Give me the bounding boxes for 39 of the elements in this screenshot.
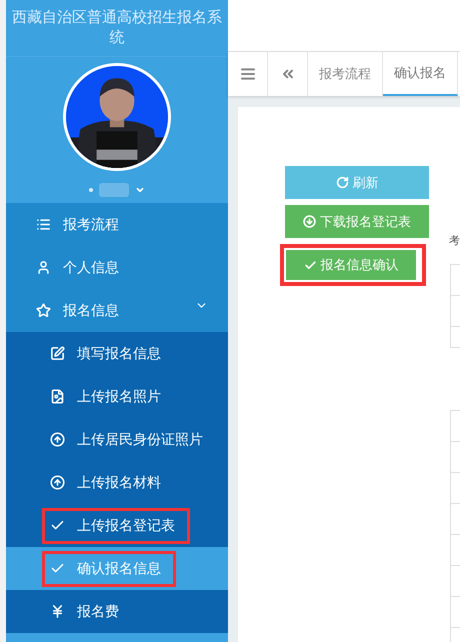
menu-row[interactable]: 报名费	[6, 590, 228, 633]
action-button[interactable]: 下载报名登记表	[285, 205, 429, 238]
caret-icon[interactable]	[135, 185, 145, 195]
menu-label: 填写报名信息	[77, 344, 161, 363]
form-label: 考	[449, 234, 460, 249]
edit-icon	[50, 346, 65, 361]
tab[interactable]: 确认报名	[383, 52, 458, 96]
action-button[interactable]: 报名信息确认	[286, 250, 416, 280]
upload-icon	[50, 432, 65, 447]
menu-label: 报名信息	[63, 301, 119, 320]
menu-row[interactable]: 报名信息	[6, 289, 228, 332]
menu-label: 上传报名登记表	[77, 516, 175, 535]
menu-row[interactable]: 个人信息	[6, 246, 228, 289]
menu-label: 确认报名信息	[77, 559, 161, 578]
tab[interactable]: 报考流程	[308, 52, 383, 96]
menu-label: 报名费	[77, 602, 119, 621]
menu-icon	[240, 66, 256, 82]
image-icon	[50, 389, 65, 404]
menu-row[interactable]: 上传报名登记表	[6, 504, 228, 547]
menu-row[interactable]: 上传报名照片	[6, 375, 228, 418]
menu-label: 上传居民身份证照片	[77, 430, 203, 449]
menu-label: 个人信息	[63, 258, 119, 277]
user-icon	[36, 260, 51, 275]
action-button[interactable]: 刷新	[285, 166, 429, 199]
upload-icon	[50, 475, 65, 490]
redacted-name	[99, 183, 129, 197]
list-icon	[36, 217, 51, 232]
star-icon	[36, 303, 51, 318]
menu-row[interactable]: 上传居民身份证照片	[6, 418, 228, 461]
menu-row[interactable]: 填写报名信息	[6, 332, 228, 375]
refresh-icon	[336, 176, 348, 189]
menu-label: 上传报名照片	[77, 387, 161, 406]
menu-row[interactable]: 上传报名材料	[6, 461, 228, 504]
menu-label: 上传报名材料	[77, 473, 161, 492]
check-icon	[304, 258, 316, 272]
download-icon	[303, 215, 316, 228]
menu-label: 报考流程	[63, 215, 119, 234]
yen-icon	[50, 604, 65, 619]
menu-row[interactable]: 报考流程	[6, 203, 228, 246]
